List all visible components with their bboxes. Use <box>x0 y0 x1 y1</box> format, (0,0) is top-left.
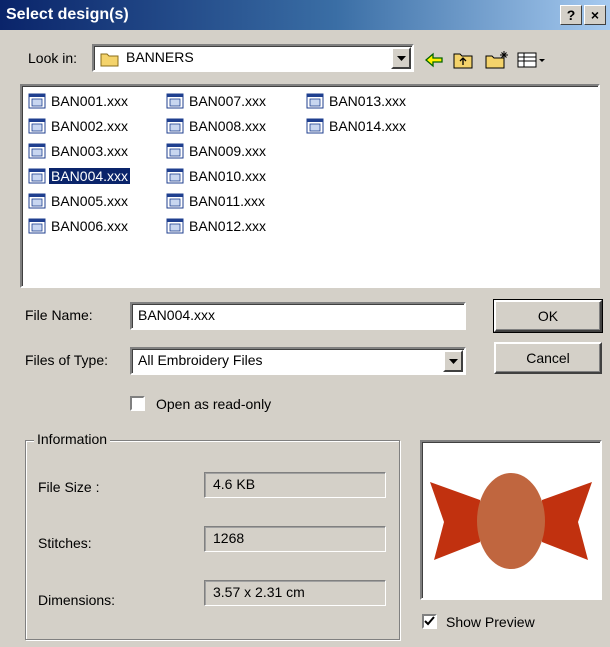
design-file-icon <box>28 118 46 134</box>
ok-label: OK <box>537 308 559 324</box>
file-item[interactable]: BAN002.xxx <box>28 115 130 137</box>
title-bar: Select design(s) ? × <box>0 0 610 30</box>
folder-icon <box>100 53 119 67</box>
cancel-button[interactable]: Cancel <box>494 342 602 374</box>
file-item[interactable]: BAN012.xxx <box>166 215 268 237</box>
dimensions-label: Dimensions: <box>38 592 116 608</box>
dimensions-value: 3.57 x 2.31 cm <box>213 584 305 600</box>
filename-input[interactable]: BAN004.xxx <box>130 302 466 330</box>
dimensions-field: 3.57 x 2.31 cm <box>204 580 386 606</box>
stitches-field: 1268 <box>204 526 386 552</box>
chevron-down-icon <box>397 56 406 61</box>
file-name: BAN005.xxx <box>51 193 129 209</box>
ok-button[interactable]: OK <box>493 299 603 333</box>
embroidery-preview-image <box>430 473 592 569</box>
file-name: BAN014.xxx <box>329 118 407 134</box>
file-item[interactable]: BAN010.xxx <box>166 165 268 187</box>
file-name: BAN011.xxx <box>189 193 265 209</box>
lookin-dropdown-button[interactable] <box>391 47 411 69</box>
design-file-icon <box>28 168 46 184</box>
filetype-value: All Embroidery Files <box>138 352 263 368</box>
design-file-icon <box>28 93 46 109</box>
close-button[interactable]: × <box>584 5 606 25</box>
show-preview-checkbox[interactable] <box>422 614 437 629</box>
file-name: BAN004.xxx <box>47 167 132 185</box>
stitches-value: 1268 <box>213 530 245 546</box>
information-title: Information <box>34 431 111 447</box>
design-file-icon <box>166 218 184 234</box>
file-name: BAN006.xxx <box>51 218 129 234</box>
file-size-field: 4.6 KB <box>204 472 386 498</box>
readonly-checkbox[interactable] <box>130 396 145 411</box>
up-folder-icon[interactable] <box>452 50 474 70</box>
file-item[interactable]: BAN011.xxx <box>166 190 267 212</box>
file-name: BAN010.xxx <box>189 168 267 184</box>
cancel-label: Cancel <box>526 350 570 366</box>
file-item[interactable]: BAN008.xxx <box>166 115 268 137</box>
design-file-icon <box>28 218 46 234</box>
file-name: BAN007.xxx <box>189 93 267 109</box>
new-folder-icon[interactable] <box>484 50 510 70</box>
file-item[interactable]: BAN005.xxx <box>28 190 130 212</box>
file-item[interactable]: BAN007.xxx <box>166 90 268 112</box>
show-preview-label: Show Preview <box>446 614 535 630</box>
file-item[interactable]: BAN014.xxx <box>306 115 408 137</box>
back-arrow-icon[interactable] <box>423 50 445 70</box>
filetype-combo[interactable]: All Embroidery Files <box>130 347 466 375</box>
file-list[interactable]: BAN001.xxx BAN002.xxx BAN003.xxx BAN004.xxx… <box>20 84 600 288</box>
file-size-label: File Size : <box>38 479 100 495</box>
file-name: BAN008.xxx <box>189 118 267 134</box>
file-item[interactable]: BAN003.xxx <box>28 140 130 162</box>
file-name: BAN013.xxx <box>329 93 407 109</box>
view-menu-icon[interactable] <box>516 50 546 70</box>
filetype-dropdown-button[interactable] <box>443 350 463 372</box>
file-name: BAN002.xxx <box>51 118 129 134</box>
file-item[interactable]: BAN013.xxx <box>306 90 408 112</box>
chevron-down-icon <box>449 359 458 364</box>
file-name: BAN012.xxx <box>189 218 267 234</box>
filename-label: File Name: <box>25 307 93 323</box>
filename-value: BAN004.xxx <box>138 307 216 323</box>
file-item[interactable]: BAN001.xxx <box>28 90 130 112</box>
file-item[interactable]: BAN009.xxx <box>166 140 268 162</box>
filetype-label: Files of Type: <box>25 352 109 368</box>
design-file-icon <box>28 143 46 159</box>
file-size-value: 4.6 KB <box>213 476 256 492</box>
window-title: Select design(s) <box>6 6 129 23</box>
design-file-icon <box>28 193 46 209</box>
file-name: BAN001.xxx <box>51 93 129 109</box>
lookin-label: Look in: <box>28 50 78 66</box>
lookin-combo[interactable]: BANNERS <box>92 44 414 72</box>
help-button[interactable]: ? <box>560 5 582 25</box>
design-preview <box>420 440 602 600</box>
design-file-icon <box>166 118 184 134</box>
design-file-icon <box>166 193 184 209</box>
file-item[interactable]: BAN006.xxx <box>28 215 130 237</box>
stitches-label: Stitches: <box>38 535 92 551</box>
design-file-icon <box>166 93 184 109</box>
design-file-icon <box>306 118 324 134</box>
lookin-value: BANNERS <box>126 49 194 65</box>
file-item[interactable]: BAN004.xxx <box>28 165 132 187</box>
design-file-icon <box>166 168 184 184</box>
design-file-icon <box>166 143 184 159</box>
checkmark-icon <box>424 616 435 626</box>
readonly-label: Open as read-only <box>156 396 272 412</box>
design-file-icon <box>306 93 324 109</box>
file-name: BAN009.xxx <box>189 143 267 159</box>
file-name: BAN003.xxx <box>51 143 129 159</box>
